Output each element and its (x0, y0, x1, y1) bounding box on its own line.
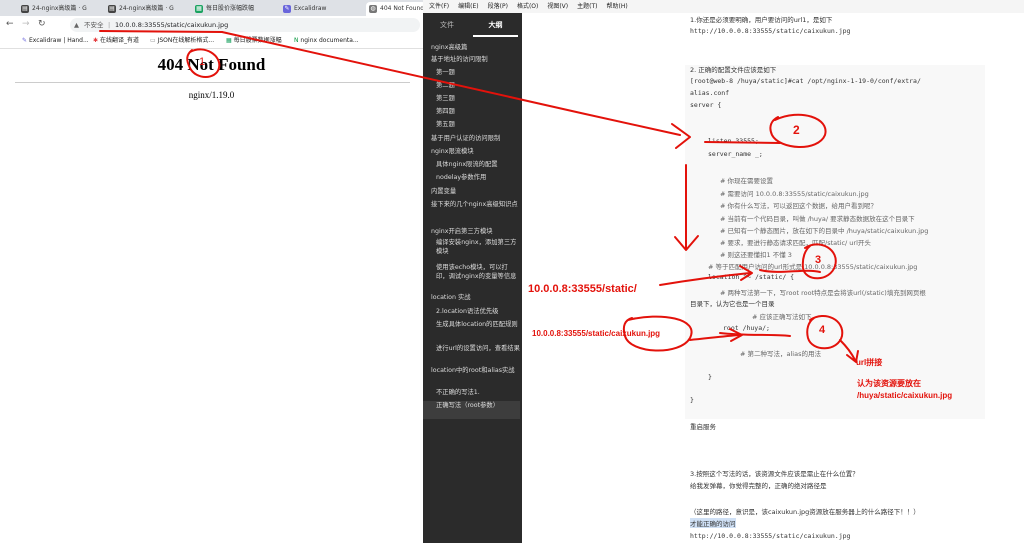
annotation-url-part2: 10.0.0.8:33555/static/caixukun.jpg (532, 329, 661, 338)
annotation-layer (99, 30, 859, 363)
annotation-conclusion-1: 认为该资源要放在 (857, 379, 921, 388)
annotation-underline (704, 141, 781, 144)
annotation-number-4: 4 (819, 324, 826, 336)
annotation-url-concat: url拼接 (856, 358, 883, 367)
annotation-number-3: 3 (815, 254, 822, 266)
annotation-number-2: 2 (793, 123, 800, 137)
annotation-arrow (674, 164, 699, 251)
annotation-underline (99, 30, 223, 33)
annotation-underline (759, 269, 821, 273)
annotation-number-1: 1 (199, 56, 206, 68)
annotation-arrow (221, 31, 691, 149)
annotation-conclusion-2: /huya/static/caixukun.jpg (857, 391, 953, 400)
annotation-arrow (659, 265, 753, 286)
annotation-url-part1: 10.0.0.8:33555/static/ (528, 283, 637, 295)
